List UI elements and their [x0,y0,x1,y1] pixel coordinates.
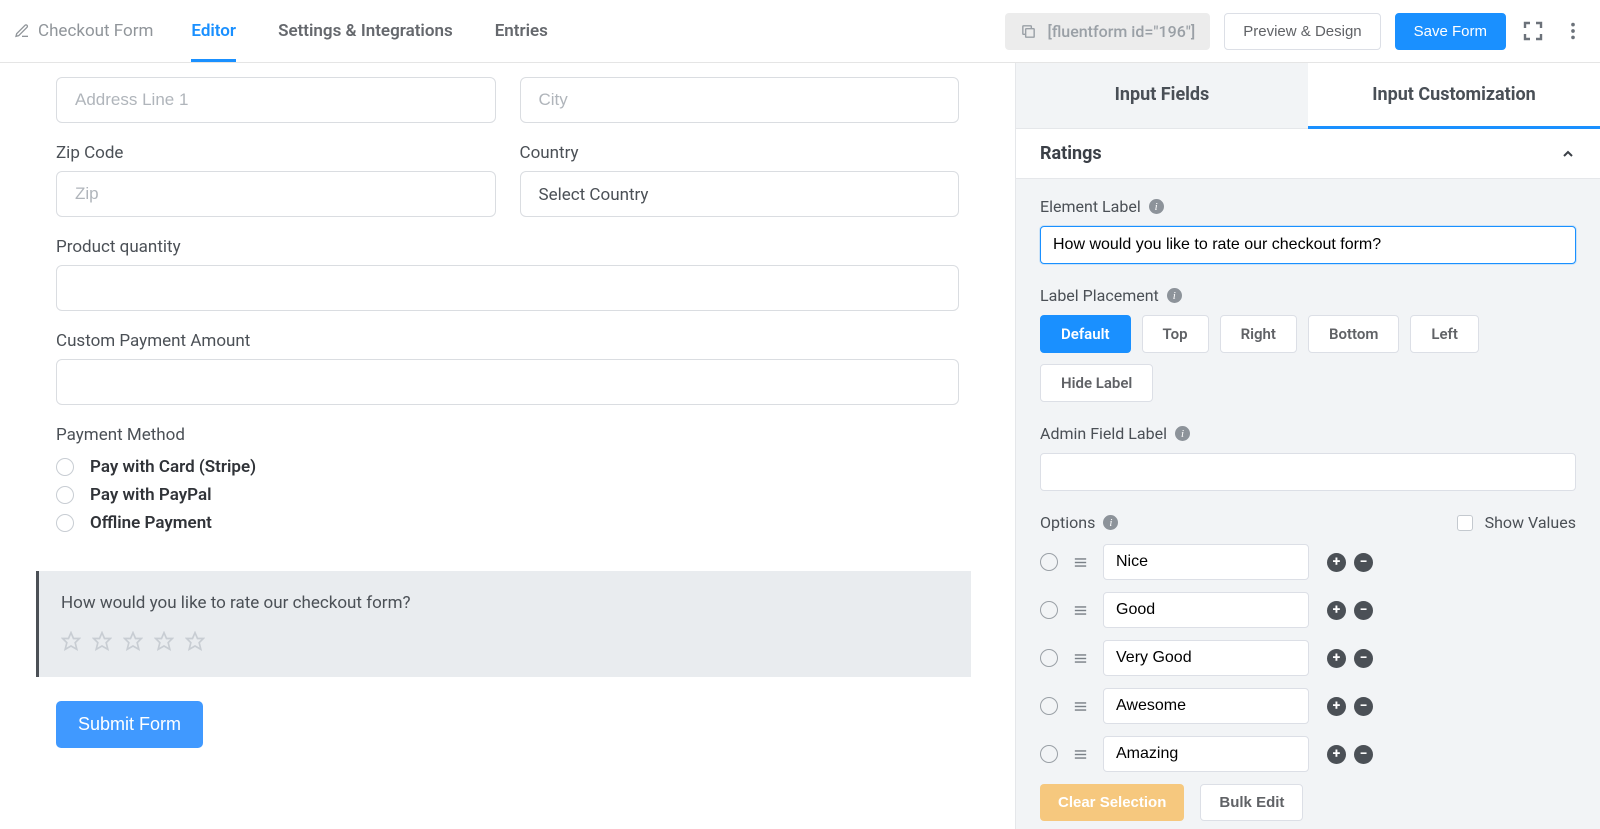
radio-icon [56,486,74,504]
add-option-icon[interactable]: + [1327,745,1346,764]
placement-bottom[interactable]: Bottom [1308,315,1399,353]
pencil-icon [14,23,30,39]
drag-handle-icon[interactable] [1072,698,1089,715]
tab-editor[interactable]: Editor [191,1,236,62]
add-option-icon[interactable]: + [1327,649,1346,668]
checkbox-icon [1457,515,1473,531]
placement-hide[interactable]: Hide Label [1040,364,1153,402]
address-line-1-input[interactable] [56,77,496,123]
info-icon[interactable]: i [1149,199,1164,214]
placement-top[interactable]: Top [1142,315,1209,353]
product-quantity-input[interactable] [56,265,959,311]
placement-left[interactable]: Left [1410,315,1479,353]
admin-field-label-label: Admin Field Label i [1040,424,1576,443]
radio-icon [56,458,74,476]
element-label-input[interactable] [1040,226,1576,264]
country-label: Country [520,143,960,163]
info-icon[interactable]: i [1103,515,1118,530]
remove-option-icon[interactable]: − [1354,553,1373,572]
tab-settings[interactable]: Settings & Integrations [278,1,453,62]
show-values-checkbox[interactable]: Show Values [1457,513,1576,532]
remove-option-icon[interactable]: − [1354,697,1373,716]
submit-button[interactable]: Submit Form [56,701,203,748]
pay-card-label: Pay with Card (Stripe) [90,457,256,477]
save-form-button[interactable]: Save Form [1395,13,1506,50]
tab-input-fields[interactable]: Input Fields [1016,63,1308,129]
custom-payment-input[interactable] [56,359,959,405]
option-value-input[interactable] [1103,736,1309,772]
option-default-radio[interactable] [1040,601,1058,619]
add-option-icon[interactable]: + [1327,697,1346,716]
country-select[interactable]: Select Country [520,171,960,217]
admin-field-label-input[interactable] [1040,453,1576,491]
form-canvas: Zip Code Country Select Country Product … [0,63,1015,829]
remove-option-icon[interactable]: − [1354,649,1373,668]
star-icon[interactable] [123,631,143,651]
pay-paypal-radio[interactable]: Pay with PayPal [56,485,959,505]
options-label: Options i [1040,513,1118,532]
add-option-icon[interactable]: + [1327,553,1346,572]
option-row: + − [1040,688,1576,724]
pay-offline-label: Offline Payment [90,513,212,533]
option-row: + − [1040,544,1576,580]
option-row: + − [1040,736,1576,772]
bulk-edit-button[interactable]: Bulk Edit [1200,784,1303,821]
option-value-input[interactable] [1103,592,1309,628]
copy-icon [1020,23,1037,40]
option-row: + − [1040,640,1576,676]
show-values-label: Show Values [1485,513,1576,532]
remove-option-icon[interactable]: − [1354,601,1373,620]
more-menu-icon[interactable] [1560,18,1586,44]
clear-selection-button[interactable]: Clear Selection [1040,784,1184,821]
placement-default[interactable]: Default [1040,315,1131,353]
element-label-label: Element Label i [1040,197,1576,216]
star-icon[interactable] [92,631,112,651]
drag-handle-icon[interactable] [1072,602,1089,619]
shortcode-text: [fluentform id="196"] [1047,22,1195,41]
chevron-up-icon [1560,146,1576,162]
drag-handle-icon[interactable] [1072,554,1089,571]
star-icon[interactable] [154,631,174,651]
rating-question: How would you like to rate our checkout … [61,593,949,613]
remove-option-icon[interactable]: − [1354,745,1373,764]
option-default-radio[interactable] [1040,745,1058,763]
pay-offline-radio[interactable]: Offline Payment [56,513,959,533]
option-value-input[interactable] [1103,640,1309,676]
tab-input-customization[interactable]: Input Customization [1308,63,1600,129]
ratings-section-header[interactable]: Ratings [1016,129,1600,179]
star-icon[interactable] [61,631,81,651]
custom-payment-label: Custom Payment Amount [56,331,959,351]
pay-card-radio[interactable]: Pay with Card (Stripe) [56,457,959,477]
placement-right[interactable]: Right [1220,315,1297,353]
option-row: + − [1040,592,1576,628]
fullscreen-icon[interactable] [1520,18,1546,44]
option-value-input[interactable] [1103,688,1309,724]
add-option-icon[interactable]: + [1327,601,1346,620]
zip-code-label: Zip Code [56,143,496,163]
zip-code-input[interactable] [56,171,496,217]
option-default-radio[interactable] [1040,553,1058,571]
option-default-radio[interactable] [1040,697,1058,715]
product-quantity-label: Product quantity [56,237,959,257]
payment-method-label: Payment Method [56,425,959,445]
option-value-input[interactable] [1103,544,1309,580]
preview-design-button[interactable]: Preview & Design [1224,13,1380,50]
tab-entries[interactable]: Entries [495,1,548,62]
rating-stars[interactable] [61,631,949,651]
ratings-title: Ratings [1040,143,1102,164]
radio-icon [56,514,74,532]
pay-paypal-label: Pay with PayPal [90,485,212,505]
label-placement-label: Label Placement i [1040,286,1576,305]
option-default-radio[interactable] [1040,649,1058,667]
selected-rating-block[interactable]: How would you like to rate our checkout … [36,571,971,677]
star-icon[interactable] [185,631,205,651]
info-icon[interactable]: i [1175,426,1190,441]
city-input[interactable] [520,77,960,123]
drag-handle-icon[interactable] [1072,650,1089,667]
drag-handle-icon[interactable] [1072,746,1089,763]
form-title: Checkout Form [38,21,153,41]
page-title: Checkout Form [14,21,153,41]
shortcode-chip[interactable]: [fluentform id="196"] [1005,13,1210,50]
info-icon[interactable]: i [1167,288,1182,303]
